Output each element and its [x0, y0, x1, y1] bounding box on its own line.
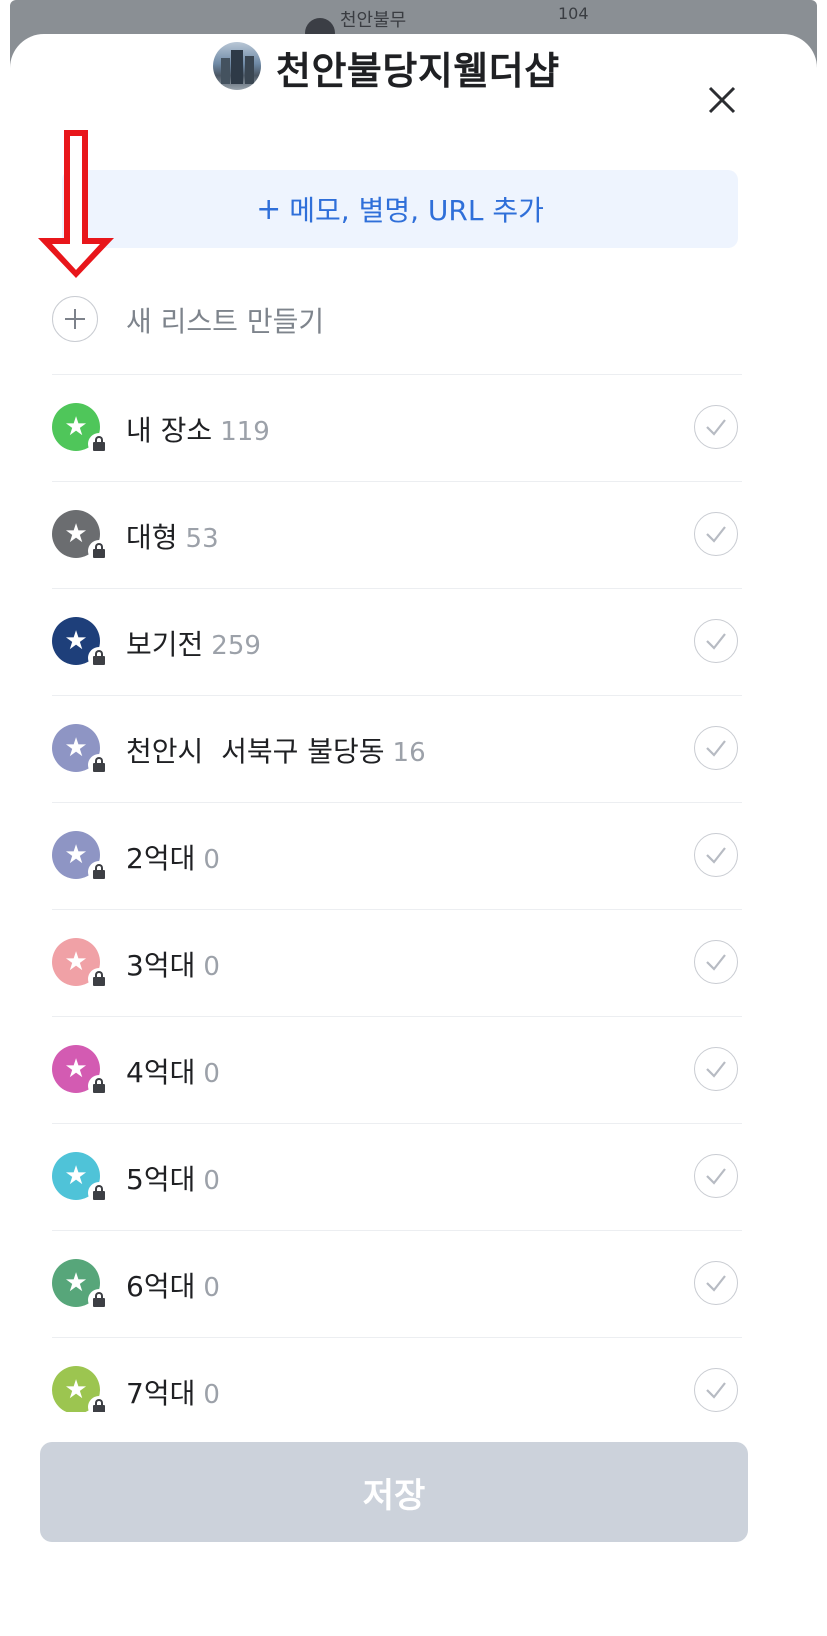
list-count: 259 — [211, 631, 261, 661]
check-icon[interactable] — [694, 1261, 738, 1305]
checkmark-icon — [706, 1168, 726, 1185]
list-name-text: 6억대 — [126, 1270, 196, 1303]
list-count: 0 — [203, 845, 220, 875]
checkmark-icon — [706, 1382, 726, 1399]
lock-icon — [88, 1075, 110, 1097]
lock-icon — [88, 754, 110, 776]
list-name: 7억대 0 — [126, 1372, 220, 1412]
list-count: 0 — [203, 952, 220, 982]
close-button[interactable] — [700, 78, 744, 122]
list-name-text: 대형 — [126, 521, 178, 554]
list-name-text: 3억대 — [126, 949, 196, 982]
list-name-text: 내 장소 — [126, 414, 213, 447]
lock-icon — [88, 540, 110, 562]
place-title: 천안불당지웰더샵 — [276, 49, 560, 93]
checkmark-icon — [706, 419, 726, 436]
lock-icon — [88, 433, 110, 455]
arrow-inner — [52, 136, 100, 270]
lock-icon — [88, 1289, 110, 1311]
checkmark-icon — [706, 526, 726, 543]
check-icon[interactable] — [694, 1047, 738, 1091]
list-item[interactable]: ★ 천안시 서북구 불당동 16 — [52, 696, 742, 803]
list-name: 보기전 259 — [126, 623, 261, 663]
red-down-arrow-annotation — [38, 130, 114, 278]
checkmark-icon — [706, 633, 726, 650]
lock-icon — [88, 968, 110, 990]
check-icon[interactable] — [694, 1368, 738, 1412]
list-count: 0 — [203, 1166, 220, 1196]
list-count: 0 — [203, 1273, 220, 1303]
add-memo-label: 메모, 별명, URL 추가 — [289, 194, 544, 227]
map-label: 천안불무 — [340, 10, 407, 31]
list-item[interactable]: ★ 대형 53 — [52, 482, 742, 589]
list-count: 0 — [203, 1380, 220, 1410]
list-name: 5억대 0 — [126, 1158, 220, 1198]
list-name-text: 7억대 — [126, 1377, 196, 1410]
place-thumbnail — [213, 42, 261, 90]
checkmark-icon — [706, 847, 726, 864]
list-name: 대형 53 — [126, 516, 219, 556]
list-item[interactable]: ★ 4억대 0 — [52, 1017, 742, 1124]
check-icon[interactable] — [694, 1154, 738, 1198]
checkmark-icon — [706, 1275, 726, 1292]
list-count: 53 — [185, 524, 219, 554]
list-item[interactable]: ★ 6억대 0 — [52, 1231, 742, 1338]
check-icon[interactable] — [694, 512, 738, 556]
create-new-list-button[interactable]: 새 리스트 만들기 — [52, 296, 742, 344]
checkmark-icon — [706, 740, 726, 757]
list-item[interactable]: ★ 2억대 0 — [52, 803, 742, 910]
save-button[interactable]: 저장 — [40, 1442, 748, 1542]
lock-icon — [88, 861, 110, 883]
list-name: 4억대 0 — [126, 1051, 220, 1091]
list-count: 119 — [220, 417, 270, 447]
list-name-text: 5억대 — [126, 1163, 196, 1196]
plus-icon: + — [256, 191, 282, 227]
close-icon — [708, 86, 736, 114]
list-name: 3억대 0 — [126, 944, 220, 984]
list-item[interactable]: ★ 보기전 259 — [52, 589, 742, 696]
create-new-list-label: 새 리스트 만들기 — [126, 305, 325, 338]
lock-icon — [88, 647, 110, 669]
list-name: 2억대 0 — [126, 837, 220, 877]
list-name-text: 2억대 — [126, 842, 196, 875]
list-name-text: 보기전 — [126, 628, 204, 661]
list-name-text: 4억대 — [126, 1056, 196, 1089]
list-name-text: 천안시 서북구 불당동 — [126, 735, 385, 768]
list-item[interactable]: ★ 내 장소 119 — [52, 375, 742, 482]
plus-circle-icon — [52, 296, 98, 342]
list-name: 내 장소 119 — [126, 409, 270, 449]
add-memo-button[interactable]: + 메모, 별명, URL 추가 — [62, 170, 738, 248]
check-icon[interactable] — [694, 726, 738, 770]
list-item[interactable]: ★ 5억대 0 — [52, 1124, 742, 1231]
saved-lists: ★ 내 장소 119 ★ 대형 53 ★ 보기전 259 ★ 천안시 서북구 불… — [52, 375, 742, 1445]
list-name: 6억대 0 — [126, 1265, 220, 1305]
list-count: 16 — [392, 738, 426, 768]
check-icon[interactable] — [694, 940, 738, 984]
map-label-secondary: 104 — [558, 4, 589, 23]
list-name: 천안시 서북구 불당동 16 — [126, 730, 426, 770]
lock-icon — [88, 1182, 110, 1204]
list-item[interactable]: ★ 3억대 0 — [52, 910, 742, 1017]
checkmark-icon — [706, 954, 726, 971]
check-icon[interactable] — [694, 405, 738, 449]
check-icon[interactable] — [694, 833, 738, 877]
checkmark-icon — [706, 1061, 726, 1078]
check-icon[interactable] — [694, 619, 738, 663]
list-count: 0 — [203, 1059, 220, 1089]
